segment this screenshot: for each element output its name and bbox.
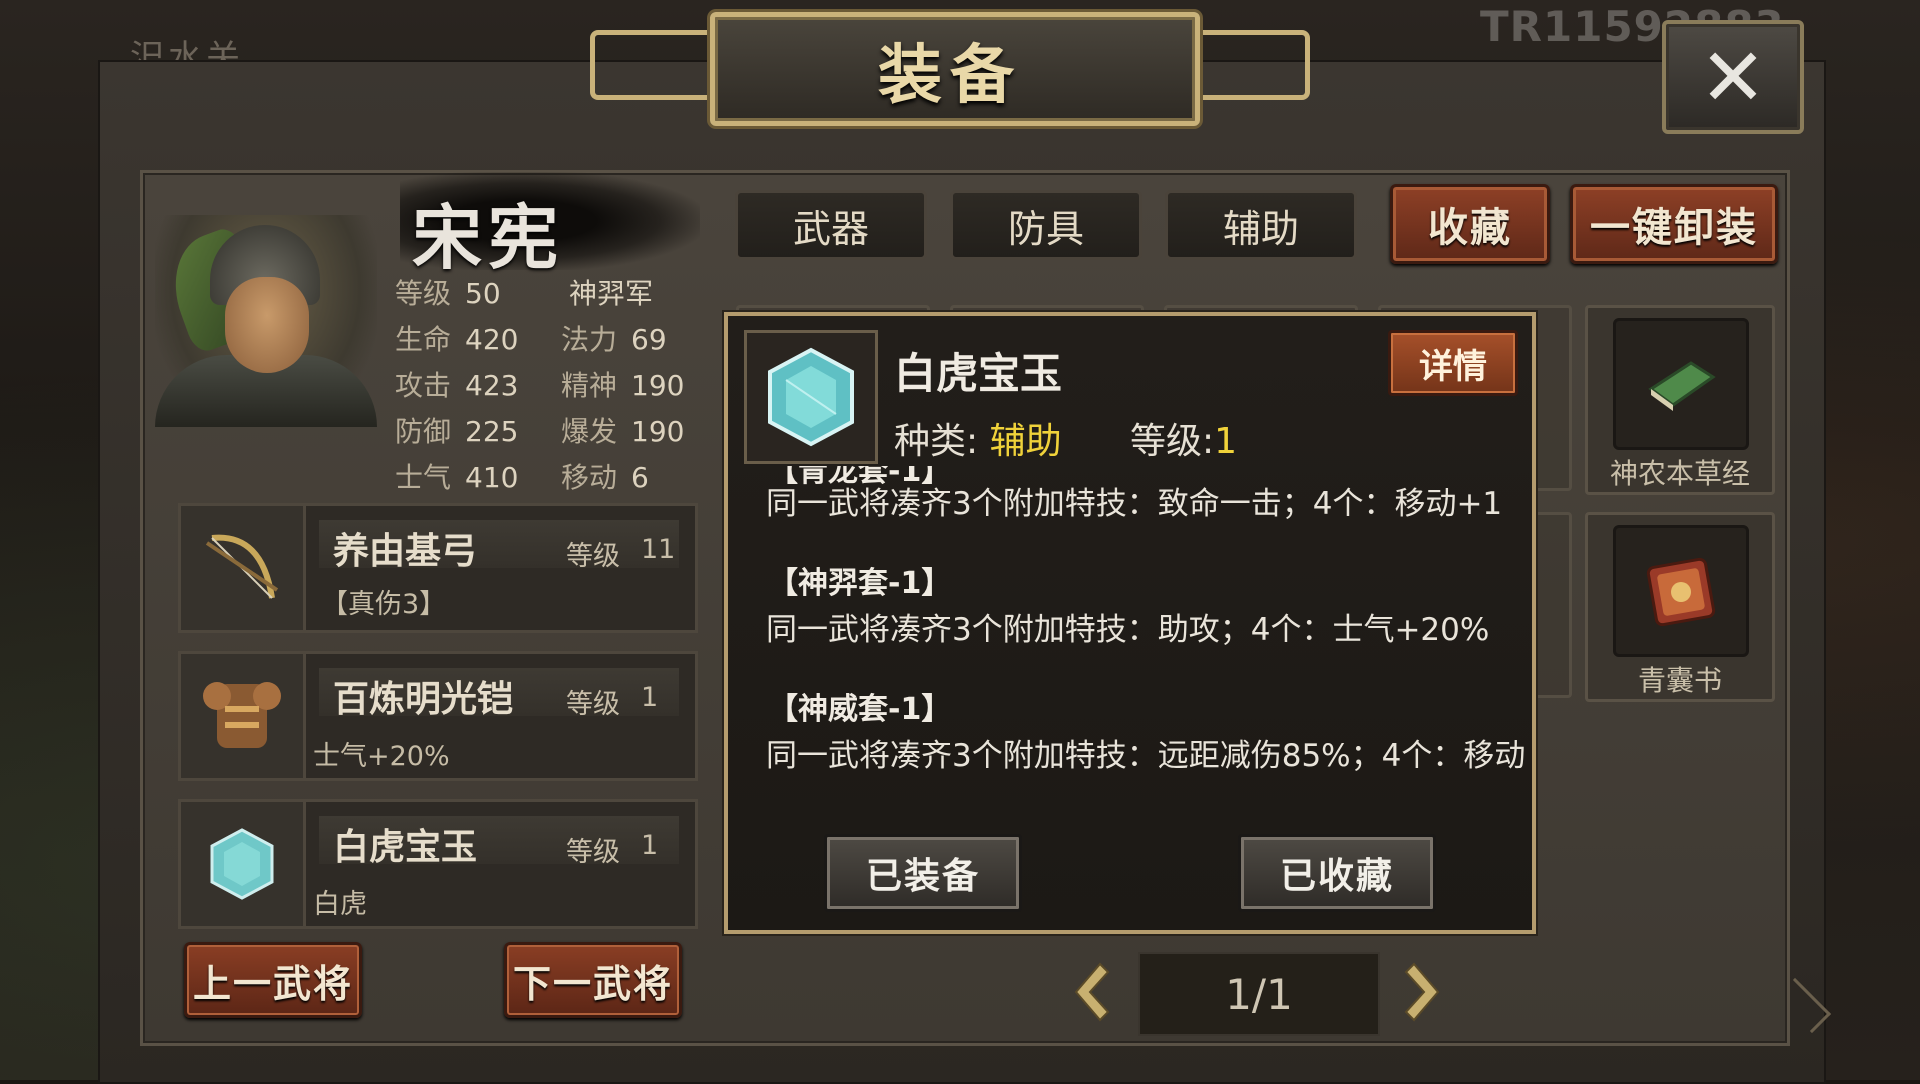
- equip-effect: 士气+20%: [313, 741, 450, 772]
- equip-level: 1: [641, 830, 659, 861]
- jade-icon: [210, 828, 274, 900]
- stat-label: 移动: [561, 461, 618, 494]
- stat-value: 423: [465, 369, 519, 402]
- armor-icon: [203, 682, 281, 748]
- stat-label: 精神: [561, 369, 618, 402]
- stat-value: 神羿军: [569, 277, 654, 310]
- green-book-icon: [1648, 361, 1716, 411]
- stat-value: 420: [465, 323, 519, 356]
- equipped-button[interactable]: 已装备: [824, 834, 1022, 912]
- stat-label: 防御: [395, 415, 452, 448]
- stat-value: 190: [631, 369, 685, 402]
- equip-icon-cell: [181, 802, 306, 926]
- stat-value: 190: [631, 415, 685, 448]
- stat-spirit: 精神 190: [561, 364, 684, 404]
- set-title: 【神羿套-1】: [768, 566, 952, 601]
- stat-morale: 士气 410: [395, 456, 518, 496]
- equipped-slot-armor[interactable]: 百炼明光铠 等级 1 士气+20%: [178, 651, 698, 781]
- stat-value: 410: [465, 461, 519, 494]
- equip-level: 11: [641, 534, 676, 565]
- stat-label: 生命: [395, 323, 452, 356]
- equip-level-label: 等级: [566, 837, 620, 868]
- stat-move: 移动 6: [561, 456, 649, 496]
- collected-button[interactable]: 已收藏: [1238, 834, 1436, 912]
- jade-icon: [768, 347, 854, 447]
- red-book-icon: [1646, 557, 1716, 627]
- equip-level: 1: [641, 682, 659, 713]
- popup-item-name: 白虎宝玉: [894, 349, 1063, 398]
- equip-effect: 【真伤3】: [321, 589, 447, 620]
- prev-hero-button[interactable]: 上一武将: [184, 942, 362, 1018]
- item-detail-popup: 白虎宝玉 详情 种类: 辅助 等级:1 【青龙套-1】 同一武将凑齐3个附加特技…: [724, 312, 1536, 934]
- slot-label: 青囊书: [1637, 664, 1722, 697]
- equip-effect: 白虎: [313, 889, 367, 920]
- stat-label: 法力: [561, 323, 618, 356]
- equipped-slot-weapon[interactable]: 养由基弓 等级 11 【真伤3】: [178, 503, 698, 633]
- hero-name: 宋宪: [412, 197, 564, 279]
- right-chevron-icon: [1404, 962, 1440, 1022]
- title-banner: 装备: [560, 0, 1340, 130]
- bow-icon: [205, 534, 279, 599]
- inventory-slot-qingnang[interactable]: 青囊书: [1585, 512, 1775, 702]
- stat-label: 等级: [395, 277, 452, 310]
- inventory-slot-shennong[interactable]: 神农本草经: [1585, 305, 1775, 495]
- window-title: 装备: [878, 39, 1022, 113]
- tab-armor[interactable]: 防具: [950, 190, 1142, 260]
- type-label: 种类:: [894, 421, 979, 462]
- stat-label: 攻击: [395, 369, 452, 402]
- set-description: 同一武将凑齐3个附加特技：致命一击；4个：移动+1: [766, 486, 1503, 522]
- stat-army: 神羿军: [569, 272, 653, 312]
- stat-mp: 法力 69: [561, 318, 667, 358]
- equip-level-label: 等级: [566, 689, 620, 720]
- stat-value: 50: [465, 277, 501, 310]
- equipped-slot-accessory[interactable]: 白虎宝玉 等级 1 白虎: [178, 799, 698, 929]
- page-prev-button[interactable]: [1070, 960, 1118, 1024]
- unequip-all-button[interactable]: 一键卸装: [1570, 184, 1778, 264]
- stat-hp: 生命 420: [395, 318, 518, 358]
- equip-level-label: 等级: [566, 541, 620, 572]
- stat-defense: 防御 225: [395, 410, 518, 450]
- stat-value: 69: [631, 323, 667, 356]
- level-label: 等级:: [1130, 421, 1215, 462]
- stat-attack: 攻击 423: [395, 364, 518, 404]
- hero-portrait: [155, 215, 377, 427]
- stat-label: 爆发: [561, 415, 618, 448]
- page-indicator: 1/1: [1138, 952, 1380, 1036]
- type-value: 辅助: [989, 421, 1062, 462]
- equip-name: 白虎宝玉: [333, 827, 478, 868]
- stat-value: 6: [631, 461, 649, 494]
- stat-label: 士气: [395, 461, 452, 494]
- left-chevron-icon: [1074, 962, 1110, 1022]
- close-icon: ✕: [1699, 30, 1767, 124]
- item-type: 种类: 辅助: [894, 412, 1062, 464]
- popup-item-icon-frame: [744, 330, 878, 464]
- portrait-face: [225, 277, 309, 373]
- details-button[interactable]: 详情: [1388, 330, 1518, 396]
- tab-accessory[interactable]: 辅助: [1165, 190, 1357, 260]
- stat-burst: 爆发 190: [561, 410, 684, 450]
- slot-icon-frame: [1613, 318, 1749, 450]
- collect-button[interactable]: 收藏: [1390, 184, 1550, 264]
- set-description: 同一武将凑齐3个附加特技：远距减伤85%；4个：移动: [766, 738, 1526, 774]
- item-level: 等级:1: [1130, 412, 1237, 464]
- equip-name: 养由基弓: [333, 531, 478, 572]
- next-hero-button[interactable]: 下一武将: [504, 942, 682, 1018]
- set-bonus-list[interactable]: 【青龙套-1】 同一武将凑齐3个附加特技：致命一击；4个：移动+1 【神羿套-1…: [728, 466, 1532, 886]
- equip-name: 百炼明光铠: [333, 679, 514, 720]
- tab-weapon[interactable]: 武器: [735, 190, 927, 260]
- level-value: 1: [1214, 421, 1238, 462]
- slot-icon-frame: [1613, 525, 1749, 657]
- slot-label: 神农本草经: [1609, 457, 1750, 490]
- close-button[interactable]: ✕: [1662, 20, 1804, 134]
- set-description: 同一武将凑齐3个附加特技：助攻；4个：士气+20%: [766, 612, 1490, 648]
- set-title: 【神威套-1】: [768, 692, 952, 727]
- stat-level: 等级 50: [395, 272, 501, 312]
- equip-icon-cell: [181, 654, 306, 778]
- page-next-button[interactable]: [1396, 960, 1444, 1024]
- stat-value: 225: [465, 415, 519, 448]
- equip-icon-cell: [181, 506, 306, 630]
